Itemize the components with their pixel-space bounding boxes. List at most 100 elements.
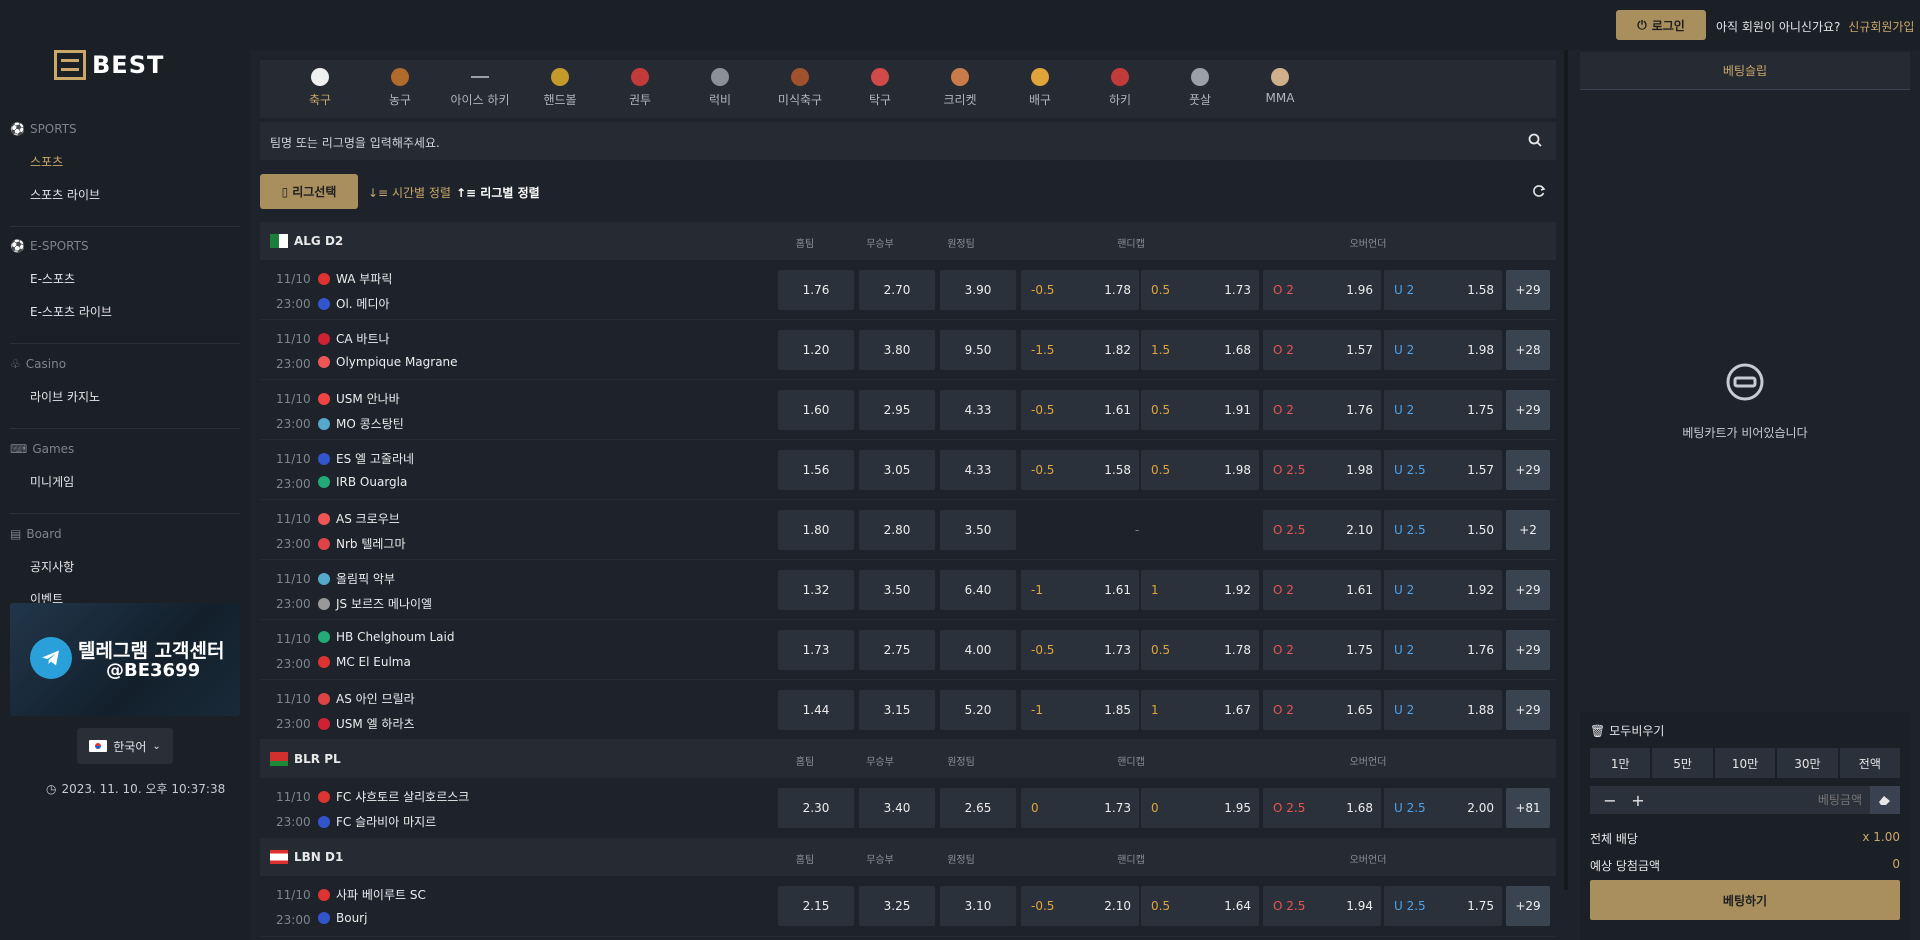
amount-button[interactable]: 5만 [1652,748,1713,778]
place-bet-button[interactable]: 베팅하기 [1590,880,1900,920]
more-markets-button[interactable]: +29 [1506,630,1550,670]
away-odds[interactable]: 4.33 [940,390,1016,430]
over-odds[interactable]: O 2 1.57 [1263,330,1381,370]
over-odds[interactable]: O 2.5 2.10 [1263,510,1381,550]
handicap-away-odds[interactable]: 0.5 1.64 [1141,886,1259,926]
sidebar-item[interactable]: 스포츠 [30,153,63,170]
sport-tab-american-football[interactable]: 미식축구 [760,68,840,108]
away-odds[interactable]: 3.10 [940,886,1016,926]
sport-tab-table-tennis[interactable]: 탁구 [840,68,920,108]
home-odds[interactable]: 1.73 [778,630,854,670]
under-odds[interactable]: U 2 1.58 [1384,270,1502,310]
more-markets-button[interactable]: +29 [1506,886,1550,926]
league-name[interactable]: ALG D2 [294,234,343,248]
home-odds[interactable]: 1.32 [778,570,854,610]
amount-button[interactable]: 30만 [1777,748,1838,778]
under-odds[interactable]: U 2.5 1.57 [1384,450,1502,490]
refresh-icon[interactable] [1532,184,1546,201]
handicap-home-odds[interactable]: -1.5 1.82 [1021,330,1139,370]
over-odds[interactable]: O 2 1.96 [1263,270,1381,310]
more-markets-button[interactable]: +28 [1506,330,1550,370]
league-name[interactable]: BLR PL [294,752,341,766]
handicap-away-odds[interactable]: 0 1.95 [1141,788,1259,828]
sort-by-league[interactable]: ↑≡ 리그별 정렬 [456,184,540,201]
home-odds[interactable]: 1.44 [778,690,854,730]
home-odds[interactable]: 1.60 [778,390,854,430]
handicap-away-odds[interactable]: 1 1.67 [1141,690,1259,730]
under-odds[interactable]: U 2 1.98 [1384,330,1502,370]
plus-button[interactable]: + [1624,788,1652,812]
amount-button[interactable]: 전액 [1839,748,1901,778]
draw-odds[interactable]: 3.25 [859,886,935,926]
draw-odds[interactable]: 2.95 [859,390,935,430]
over-odds[interactable]: O 2.5 1.98 [1263,450,1381,490]
more-markets-button[interactable]: +29 [1506,690,1550,730]
over-odds[interactable]: O 2 1.61 [1263,570,1381,610]
draw-odds[interactable]: 3.50 [859,570,935,610]
over-odds[interactable]: O 2 1.65 [1263,690,1381,730]
sport-tab-mma[interactable]: MMA [1240,68,1320,105]
away-odds[interactable]: 4.33 [940,450,1016,490]
signup-link[interactable]: 신규회원가입 [1848,20,1914,34]
sport-tab-futsal[interactable]: 풋살 [1160,68,1240,108]
more-markets-button[interactable]: +29 [1506,570,1550,610]
under-odds[interactable]: U 2.5 1.75 [1384,886,1502,926]
sort-by-time[interactable]: ↓≡ 시간별 정렬 [368,184,451,201]
home-odds[interactable]: 2.30 [778,788,854,828]
amount-button[interactable]: 10만 [1714,748,1776,778]
login-button[interactable]: ⏻ 로그인 [1616,10,1706,40]
handicap-home-odds[interactable]: -0.5 2.10 [1021,886,1139,926]
sport-tab-ice-hockey[interactable]: 아이스 하키 [440,68,520,108]
handicap-home-odds[interactable]: -0.5 1.73 [1021,630,1139,670]
league-name[interactable]: LBN D1 [294,850,343,864]
draw-odds[interactable]: 3.80 [859,330,935,370]
handicap-home-odds[interactable]: -1 1.85 [1021,690,1139,730]
over-odds[interactable]: O 2.5 1.94 [1263,886,1381,926]
sport-tab-volleyball[interactable]: 배구 [1000,68,1080,108]
home-odds[interactable]: 2.15 [778,886,854,926]
search-bar[interactable]: 팀명 또는 리그명을 입력해주세요. [260,122,1556,160]
over-odds[interactable]: O 2 1.76 [1263,390,1381,430]
search-icon[interactable] [1528,133,1542,150]
away-odds[interactable]: 2.65 [940,788,1016,828]
more-markets-button[interactable]: +81 [1506,788,1550,828]
sidebar-item[interactable]: 미니게임 [30,473,74,490]
draw-odds[interactable]: 3.40 [859,788,935,828]
handicap-away-odds[interactable]: 1.5 1.68 [1141,330,1259,370]
draw-odds[interactable]: 3.15 [859,690,935,730]
away-odds[interactable]: 6.40 [940,570,1016,610]
sport-tab-handball[interactable]: 핸드볼 [520,68,600,108]
away-odds[interactable]: 3.50 [940,510,1016,550]
under-odds[interactable]: U 2 1.92 [1384,570,1502,610]
eraser-icon[interactable] [1870,786,1900,814]
league-select-button[interactable]: ▯ 리그선택 [260,174,358,209]
away-odds[interactable]: 5.20 [940,690,1016,730]
under-odds[interactable]: U 2.5 1.50 [1384,510,1502,550]
under-odds[interactable]: U 2 1.75 [1384,390,1502,430]
language-selector[interactable]: 한국어 ⌄ [77,728,173,764]
away-odds[interactable]: 9.50 [940,330,1016,370]
handicap-home-odds[interactable]: 0 1.73 [1021,788,1139,828]
sport-tab-soccer[interactable]: 축구 [280,68,360,108]
stake-input[interactable] [1652,788,1862,812]
sport-tab-rugby[interactable]: 럭비 [680,68,760,108]
sidebar-item[interactable]: 라이브 카지노 [30,388,100,405]
more-markets-button[interactable]: +29 [1506,270,1550,310]
sport-tab-hockey[interactable]: 하키 [1080,68,1160,108]
draw-odds[interactable]: 2.80 [859,510,935,550]
over-odds[interactable]: O 2 1.75 [1263,630,1381,670]
sidebar-item[interactable]: 공지사항 [30,558,74,575]
handicap-away-odds[interactable]: 0.5 1.98 [1141,450,1259,490]
minus-button[interactable]: − [1596,788,1624,812]
handicap-away-odds[interactable]: 0.5 1.91 [1141,390,1259,430]
under-odds[interactable]: U 2 1.76 [1384,630,1502,670]
handicap-away-odds[interactable]: 1 1.92 [1141,570,1259,610]
more-markets-button[interactable]: +2 [1506,510,1550,550]
telegram-banner[interactable]: 텔레그램 고객센터 @BE3699 [10,603,240,716]
clear-all-button[interactable]: 🗑 모두비우기 [1590,722,1664,739]
sport-tab-basketball[interactable]: 농구 [360,68,440,108]
draw-odds[interactable]: 2.70 [859,270,935,310]
more-markets-button[interactable]: +29 [1506,450,1550,490]
scrollbar[interactable] [1564,50,1568,890]
sport-tab-boxing[interactable]: 권투 [600,68,680,108]
